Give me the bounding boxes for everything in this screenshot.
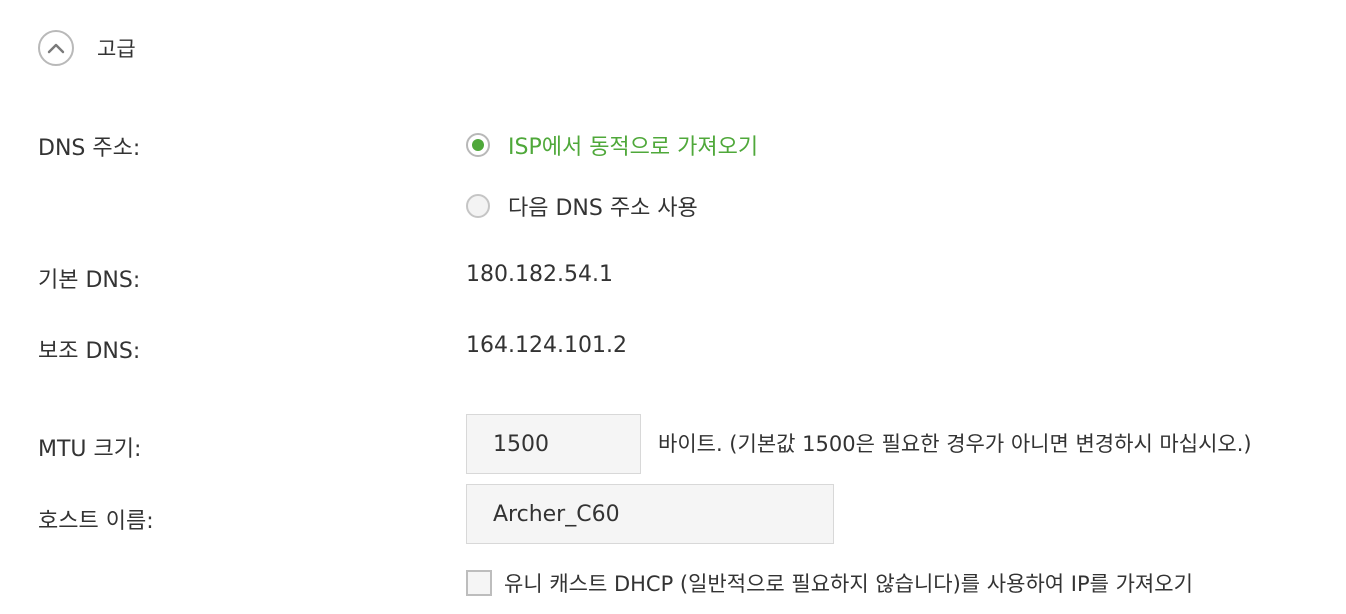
radio-button-checked[interactable]: [466, 133, 490, 157]
advanced-toggle[interactable]: 고급: [38, 26, 136, 70]
unicast-dhcp-option[interactable]: 유니 캐스트 DHCP (일반적으로 필요하지 않습니다)를 사용하여 IP를 …: [466, 568, 1193, 598]
mtu-hint: 바이트. (기본값 1500은 필요한 경우가 아니면 변경하시 마십시오.): [658, 432, 1252, 456]
unicast-dhcp-checkbox[interactable]: [466, 570, 492, 596]
chevron-up-icon[interactable]: [38, 30, 74, 66]
mtu-size-label: MTU 크기:: [38, 437, 142, 462]
radio-dns-dynamic[interactable]: ISP에서 동적으로 가져오기: [466, 129, 758, 161]
secondary-dns-label: 보조 DNS:: [38, 339, 141, 364]
dns-address-label: DNS 주소:: [38, 136, 141, 161]
radio-button-unchecked[interactable]: [466, 194, 490, 218]
advanced-label: 고급: [97, 37, 136, 61]
radio-dns-manual[interactable]: 다음 DNS 주소 사용: [466, 190, 698, 222]
radio-dns-manual-label[interactable]: 다음 DNS 주소 사용: [508, 190, 698, 222]
radio-dot: [472, 139, 484, 151]
primary-dns-value: 180.182.54.1: [466, 262, 613, 287]
primary-dns-label: 기본 DNS:: [38, 268, 141, 293]
mtu-size-input[interactable]: [466, 414, 641, 474]
unicast-dhcp-label[interactable]: 유니 캐스트 DHCP (일반적으로 필요하지 않습니다)를 사용하여 IP를 …: [504, 568, 1193, 598]
secondary-dns-value: 164.124.101.2: [466, 333, 627, 358]
host-name-input[interactable]: [466, 484, 834, 544]
host-name-label: 호스트 이름:: [38, 509, 154, 534]
radio-dns-dynamic-label[interactable]: ISP에서 동적으로 가져오기: [508, 129, 758, 161]
